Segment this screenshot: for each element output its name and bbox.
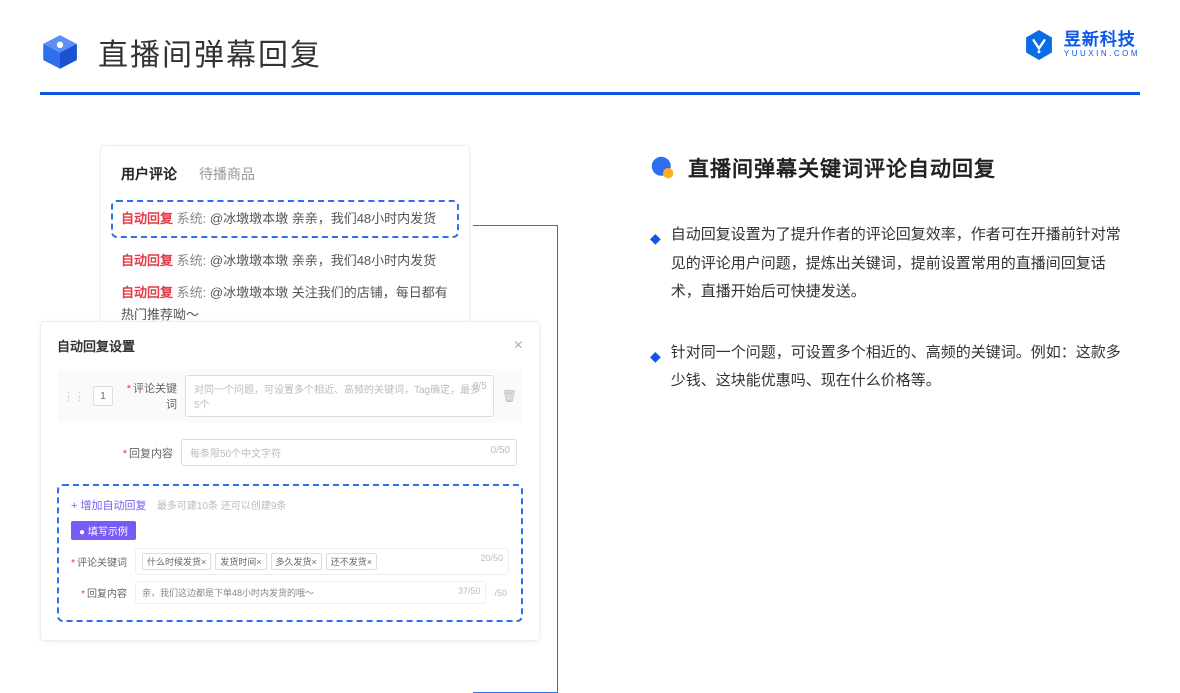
row-number: 1 — [93, 386, 113, 406]
keyword-label: 评论关键词 — [133, 383, 177, 411]
comment-card: 用户评论 待播商品 自动回复 系统: @冰墩墩本墩 亲亲，我们48小时内发货 自… — [100, 145, 470, 345]
tab-user-comments[interactable]: 用户评论 — [121, 164, 177, 184]
cube-icon — [40, 32, 80, 72]
example-row-keyword: *评论关键词 什么时候发货× 发货时间× 多久发货× 还不发货× 20/50 — [71, 548, 509, 575]
chat-bubble-icon — [650, 155, 676, 181]
brand-icon — [1022, 28, 1056, 62]
diamond-bullet-icon: ◆ — [650, 225, 661, 307]
brand-logo: 昱新科技 YUUXIN.COM — [1022, 28, 1140, 62]
system-label: 系统: — [177, 211, 207, 226]
comment-line-3: 自动回复 系统: @冰墩墩本墩 关注我们的店铺，每日都有热门推荐呦～ — [121, 282, 449, 326]
main-content: 用户评论 待播商品 自动回复 系统: @冰墩墩本墩 亲亲，我们48小时内发货 自… — [0, 95, 1180, 661]
bullet-1: ◆ 自动回复设置为了提升作者的评论回复效率，作者可在开播前针对常见的评论用户问题… — [650, 221, 1130, 307]
form-row-content: *回复内容 每条限50个中文字符 0/50 — [57, 433, 523, 472]
tab-pending-goods[interactable]: 待播商品 — [199, 164, 255, 184]
page-title: 直播间弹幕回复 — [98, 30, 322, 74]
auto-reply-tag: 自动回复 — [121, 211, 173, 226]
comment-tabs: 用户评论 待播商品 — [121, 164, 449, 184]
diamond-bullet-icon: ◆ — [650, 343, 661, 396]
section-title: 直播间弹幕关键词评论自动回复 — [688, 153, 996, 183]
bullet-2-text: 针对同一个问题，可设置多个相近的、高频的关键词。例如：这款多少钱、这块能优惠吗、… — [671, 339, 1130, 396]
example-box: + 增加自动回复 最多可建10条 还可以创建9条 ● 填写示例 *评论关键词 什… — [57, 484, 523, 622]
bullet-1-text: 自动回复设置为了提升作者的评论回复效率，作者可在开播前针对常见的评论用户问题，提… — [671, 221, 1130, 307]
connector-line — [473, 225, 558, 693]
section-header: 直播间弹幕关键词评论自动回复 — [650, 153, 1140, 183]
bullet-2: ◆ 针对同一个问题，可设置多个相近的、高频的关键词。例如：这款多少钱、这块能优惠… — [650, 339, 1130, 396]
example-content-input[interactable]: 亲，我们这边都是下单48小时内发货的哦～ 37/50 — [135, 581, 486, 604]
left-panel: 用户评论 待播商品 自动回复 系统: @冰墩墩本墩 亲亲，我们48小时内发货 自… — [40, 145, 550, 641]
settings-title: 自动回复设置 — [57, 336, 135, 355]
highlighted-comment: 自动回复 系统: @冰墩墩本墩 亲亲，我们48小时内发货 — [111, 200, 459, 238]
comment-text: @冰墩墩本墩 亲亲，我们48小时内发货 — [210, 211, 436, 226]
header: 直播间弹幕回复 昱新科技 YUUXIN.COM — [0, 0, 1180, 84]
brand-sub: YUUXIN.COM — [1064, 50, 1140, 59]
keyword-input[interactable]: 对同一个问题，可设置多个相近、高频的关键词，Tag确定，最多5个 0/5 — [185, 375, 494, 417]
right-panel: 直播间弹幕关键词评论自动回复 ◆ 自动回复设置为了提升作者的评论回复效率，作者可… — [650, 145, 1140, 641]
example-row-content: *回复内容 亲，我们这边都是下单48小时内发货的哦～ 37/50 /50 — [71, 581, 509, 604]
form-row-keyword: ⋮⋮ 1 *评论关键词 对同一个问题，可设置多个相近、高频的关键词，Tag确定，… — [57, 369, 523, 423]
comment-line-2: 自动回复 系统: @冰墩墩本墩 亲亲，我们48小时内发货 — [121, 250, 449, 272]
content-input[interactable]: 每条限50个中文字符 0/50 — [181, 439, 517, 466]
content-label: 回复内容 — [129, 448, 173, 460]
drag-handle-icon[interactable]: ⋮⋮ — [63, 390, 85, 403]
add-hint: 最多可建10条 还可以创建9条 — [157, 501, 286, 512]
example-badge: ● 填写示例 — [71, 521, 136, 540]
example-keyword-input[interactable]: 什么时候发货× 发货时间× 多久发货× 还不发货× 20/50 — [135, 548, 509, 575]
settings-card: 自动回复设置 × ⋮⋮ 1 *评论关键词 对同一个问题，可设置多个相近、高频的关… — [40, 321, 540, 641]
add-auto-reply-link[interactable]: + 增加自动回复 — [71, 497, 146, 513]
brand-name: 昱新科技 — [1064, 31, 1140, 50]
